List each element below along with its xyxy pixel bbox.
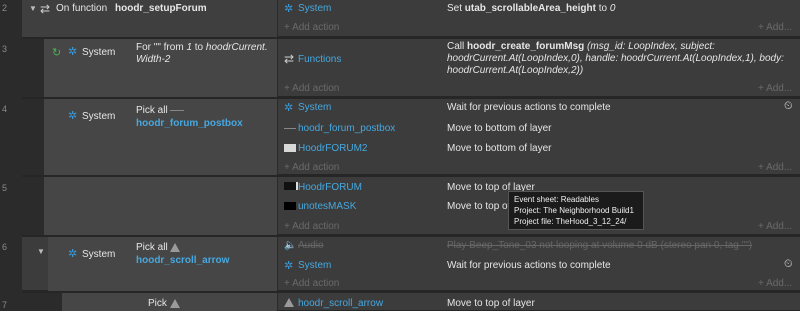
action-text[interactable]: Set utab_scrollableArea_height to 0 bbox=[447, 3, 615, 14]
action-object[interactable]: HoodrFORUM bbox=[298, 182, 362, 193]
line-number: 3 bbox=[2, 44, 8, 54]
action-text[interactable]: Call hoodr_create_forumMsg (msg_id: Loop… bbox=[447, 41, 797, 77]
line-number: 6 bbox=[2, 242, 8, 252]
tooltip-line: Project: The Neighborhood Build1 bbox=[514, 206, 634, 215]
action-text[interactable]: Wait for previous actions to complete bbox=[447, 260, 611, 271]
collapse-arrow-icon[interactable]: ▼ bbox=[29, 4, 37, 13]
condition-pick[interactable]: Pick bbox=[148, 298, 180, 309]
condition-target[interactable]: hoodr_forum_postbox bbox=[136, 118, 243, 129]
action-object[interactable]: hoodr_forum_postbox bbox=[298, 123, 395, 134]
timer-icon: ⏲ bbox=[784, 100, 793, 112]
add-more-button[interactable]: + Add... bbox=[758, 83, 792, 94]
add-action-button[interactable]: + Add action bbox=[284, 221, 339, 232]
line-number: 5 bbox=[2, 183, 8, 193]
event-condition[interactable]: Pick bbox=[62, 293, 278, 311]
loop-icon: ↻ bbox=[52, 47, 62, 59]
condition-text-line2[interactable]: Width-2 bbox=[136, 54, 170, 65]
tooltip-line: Project file: TheHood_3_12_24/ bbox=[514, 217, 627, 226]
action-object[interactable]: Functions bbox=[298, 54, 341, 65]
add-action-button[interactable]: + Add action bbox=[284, 278, 339, 289]
disabled-action-object[interactable]: Audio bbox=[298, 240, 324, 251]
action-text[interactable]: Wait for previous actions to complete bbox=[447, 102, 611, 113]
postbox-thumb-icon bbox=[284, 123, 296, 134]
add-more-button[interactable]: + Add... bbox=[758, 162, 792, 173]
action-object[interactable]: HoodrFORUM2 bbox=[298, 143, 367, 154]
function-icon: ⇄ bbox=[40, 2, 51, 16]
disabled-action-text[interactable]: Play Beep_Tone_03 not looping at volume … bbox=[447, 240, 752, 251]
action-object[interactable]: System bbox=[298, 3, 331, 14]
tooltip: Event sheet: Readables Project: The Neig… bbox=[508, 191, 644, 230]
line-number: 7 bbox=[2, 300, 8, 310]
condition-object: System bbox=[82, 47, 116, 58]
action-text[interactable]: Move to bottom of layer bbox=[447, 123, 552, 134]
condition-target[interactable]: hoodr_scroll_arrow bbox=[136, 255, 229, 266]
gear-icon: ✲ bbox=[284, 102, 294, 114]
forum2-thumb-icon bbox=[284, 143, 299, 154]
gear-icon: ✲ bbox=[284, 260, 294, 272]
mask-thumb-icon bbox=[284, 201, 299, 212]
action-text[interactable]: Move to top of layer bbox=[447, 298, 535, 309]
action-object[interactable]: unotesMASK bbox=[298, 201, 356, 212]
gear-icon: ✲ bbox=[284, 3, 294, 15]
gear-icon: ✲ bbox=[68, 248, 78, 260]
condition-text[interactable]: For "" from 1 to hoodrCurrent. bbox=[136, 42, 268, 53]
scroll-arrow-thumb-icon bbox=[284, 297, 294, 308]
condition-object: System bbox=[82, 249, 116, 260]
timer-icon: ⏲ bbox=[784, 258, 793, 270]
action-text[interactable]: Move to bottom of layer bbox=[447, 143, 552, 154]
add-more-button[interactable]: + Add... bbox=[758, 278, 792, 289]
action-object[interactable]: hoodr_scroll_arrow bbox=[298, 298, 383, 309]
postbox-thumb-icon bbox=[170, 109, 185, 111]
warning-icon bbox=[170, 242, 181, 252]
function-header[interactable]: ▼ ⇄ On function hoodr_setupForum bbox=[22, 0, 278, 37]
function-label: On function bbox=[56, 3, 108, 14]
event-condition[interactable] bbox=[44, 177, 278, 235]
add-more-button[interactable]: + Add... bbox=[758, 221, 792, 232]
functions-icon: ⇄ bbox=[284, 52, 295, 66]
condition-object: System bbox=[82, 111, 116, 122]
add-action-button[interactable]: + Add action bbox=[284, 162, 339, 173]
line-gutter: 2 3 4 5 6 7 bbox=[0, 0, 22, 311]
gear-icon: ✲ bbox=[68, 46, 78, 58]
speaker-icon: 🔈 bbox=[284, 240, 297, 251]
add-action-button[interactable]: + Add action bbox=[284, 22, 339, 33]
condition-pick[interactable]: Pick all bbox=[136, 105, 185, 116]
tooltip-line: Event sheet: Readables bbox=[514, 195, 599, 204]
action-object[interactable]: System bbox=[298, 260, 331, 271]
event-condition[interactable]: ↻ ✲ System For "" from 1 to hoodrCurrent… bbox=[44, 39, 278, 97]
gear-icon: ✲ bbox=[68, 110, 78, 122]
function-name[interactable]: hoodr_setupForum bbox=[115, 3, 207, 14]
action-object[interactable]: System bbox=[298, 102, 331, 113]
line-number: 2 bbox=[2, 3, 8, 13]
add-more-button[interactable]: + Add... bbox=[758, 22, 792, 33]
collapse-arrow-icon[interactable]: ▼ bbox=[37, 247, 45, 256]
event-condition[interactable]: ✲ System Pick all hoodr_scroll_arrow bbox=[48, 237, 278, 291]
add-action-button[interactable]: + Add action bbox=[284, 83, 339, 94]
condition-pick[interactable]: Pick all bbox=[136, 242, 181, 253]
warning-icon bbox=[169, 298, 180, 308]
event-condition[interactable]: ✲ System Pick all hoodr_forum_postbox bbox=[44, 99, 278, 175]
line-number: 4 bbox=[2, 104, 8, 114]
